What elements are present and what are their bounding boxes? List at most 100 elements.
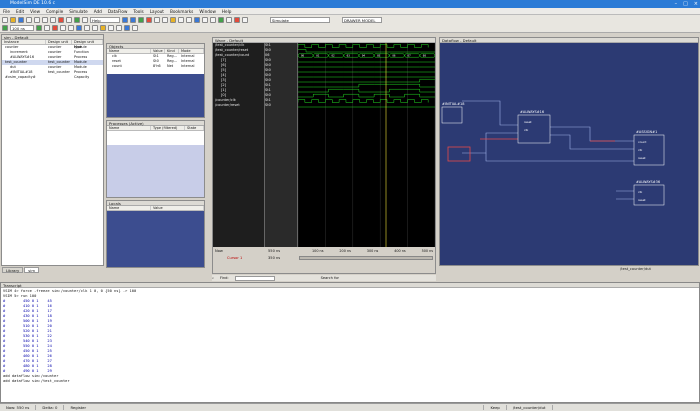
maximize-icon[interactable]: □ [683,1,688,7]
find-icon[interactable] [82,17,88,23]
col-value[interactable]: Value [151,49,165,53]
table-row[interactable]: count 8'h6 Net Internal [107,64,204,69]
paste-icon[interactable] [50,17,56,23]
break-sim-icon[interactable] [52,25,58,31]
dataflow-icon[interactable] [194,17,200,23]
menu-add[interactable]: Add [94,9,102,14]
step-icon[interactable] [154,17,160,23]
run-icon[interactable] [138,17,144,23]
save-icon[interactable] [18,17,24,23]
status-bar: Now: 550 ns Delta: 0 Register Keep /test… [0,403,700,411]
find-input[interactable] [234,275,275,281]
memory-icon[interactable] [202,17,208,23]
menu-simulate[interactable]: Simulate [69,9,88,14]
step-into-icon[interactable] [60,25,66,31]
wave-scrollbar[interactable] [299,256,433,260]
new-file-icon[interactable] [2,17,8,23]
dataflow-canvas[interactable]: #INITIAL#18 #ALWAYS#16 reset clk #ASSIGN… [440,43,698,265]
menu-window[interactable]: Window [199,9,216,14]
tab-sim[interactable]: sim [24,267,40,273]
col-instance[interactable]: Instance [2,40,46,44]
menu-compile[interactable]: Compile [46,9,63,14]
transcript-panel: Transcript VSIM 4> force -freeze sim:/co… [0,282,700,403]
layout-combo[interactable]: Simulate [270,17,330,23]
redo-icon[interactable] [66,17,72,23]
run-length-icon[interactable] [44,25,50,31]
delete-cursor-icon[interactable] [226,17,232,23]
search-icon[interactable] [92,25,98,31]
find-icon-2[interactable]: ⌕ [212,276,214,280]
cut-icon[interactable] [34,17,40,23]
print-icon[interactable] [26,17,32,23]
col-locals-name[interactable]: Name [107,206,151,210]
col-proc-type[interactable]: Type (filtered) [151,126,185,130]
copy-icon[interactable] [42,17,48,23]
filter-icon[interactable] [84,25,90,31]
break-icon[interactable] [178,17,184,23]
always-port-reset: reset [524,120,532,124]
stop-icon[interactable] [146,17,152,23]
col-mode[interactable]: Mode [179,49,204,53]
zoom-in-icon[interactable] [122,17,128,23]
menu-bookmarks[interactable]: Bookmarks [170,9,193,14]
assign-port-clk: clk [638,148,642,152]
count-bus-label: 08 [423,54,427,58]
minimize-icon[interactable]: – [675,1,678,7]
always-block [517,114,551,144]
dataflow-instance-label: /test_counter/dut [620,267,651,271]
wave-find-bar: ⌕ Find: Search for [212,275,436,281]
step-over-icon[interactable] [162,17,168,23]
show-drivers-icon[interactable] [116,25,122,31]
undo-icon[interactable] [58,17,64,23]
step-out-icon[interactable] [68,25,74,31]
wave-icon[interactable] [186,17,192,23]
wave-signal-name[interactable]: /counter/reset [213,103,264,108]
bit-waveform [298,88,435,93]
col-proc-state[interactable]: State [185,126,204,130]
zoom-cursor-icon[interactable] [132,25,138,31]
menu-file[interactable]: File [3,9,10,14]
objects-empty-area [107,74,204,117]
zoom-full-icon[interactable] [124,25,130,31]
open-folder-icon[interactable] [10,17,16,23]
run-length-field[interactable]: 100 ns [10,25,34,31]
timeline-tick-label: 100 ns [312,249,324,253]
menu-help[interactable]: Help [222,9,232,14]
tab-library[interactable]: Library [2,267,24,273]
table-row[interactable]: #vsim_capacity# Capacity [2,75,103,80]
always36-port-reset: reset [638,198,646,202]
assign-block-label: #ASSIGN#1 [636,130,657,134]
highlight-icon[interactable] [100,25,106,31]
col-design-unit[interactable]: Design unit [46,40,72,44]
timeline-tick-label: 200 ns [339,249,351,253]
col-kind[interactable]: Kind [165,49,179,53]
help-combo[interactable]: Help [90,17,120,23]
search-label[interactable]: Search for [321,276,339,280]
continue-icon[interactable] [36,25,42,31]
right-combo[interactable]: DRAWER MODEL [342,17,382,23]
restart-icon[interactable] [170,17,176,23]
menu-tools[interactable]: Tools [133,9,143,14]
zoom-out-icon[interactable] [130,17,136,23]
insert-cursor-icon[interactable] [218,17,224,23]
menu-edit[interactable]: Edit [16,9,24,14]
expand-icon[interactable] [242,17,248,23]
waveform-canvas[interactable]: 00 01 02 03 04 05 06 07 08 [298,43,435,247]
col-proc-name[interactable]: Name [107,126,151,130]
bookmark-icon[interactable] [234,17,240,23]
col-locals-value[interactable]: Value [151,206,204,210]
compile-icon[interactable] [74,17,80,23]
trace-icon[interactable] [108,25,114,31]
wave-signal-values: St1 St0 06 St0 St0 St0 St0 St0 St1 St1 St0 St1 St0 [265,43,298,247]
close-icon[interactable]: × [694,1,698,7]
cursor-label[interactable]: Cursor 1 [227,256,242,260]
cursor-icon[interactable] [210,17,216,23]
performance-icon[interactable] [76,25,82,31]
menu-dataflow[interactable]: DataFlow [108,9,128,14]
menu-view[interactable]: View [30,9,40,14]
clk-waveform [298,44,429,48]
col-design-unit-type[interactable]: Design unit type [72,40,103,49]
menu-layout[interactable]: Layout [150,9,164,14]
run-all-icon[interactable] [2,25,8,31]
col-name[interactable]: Name [107,49,151,53]
